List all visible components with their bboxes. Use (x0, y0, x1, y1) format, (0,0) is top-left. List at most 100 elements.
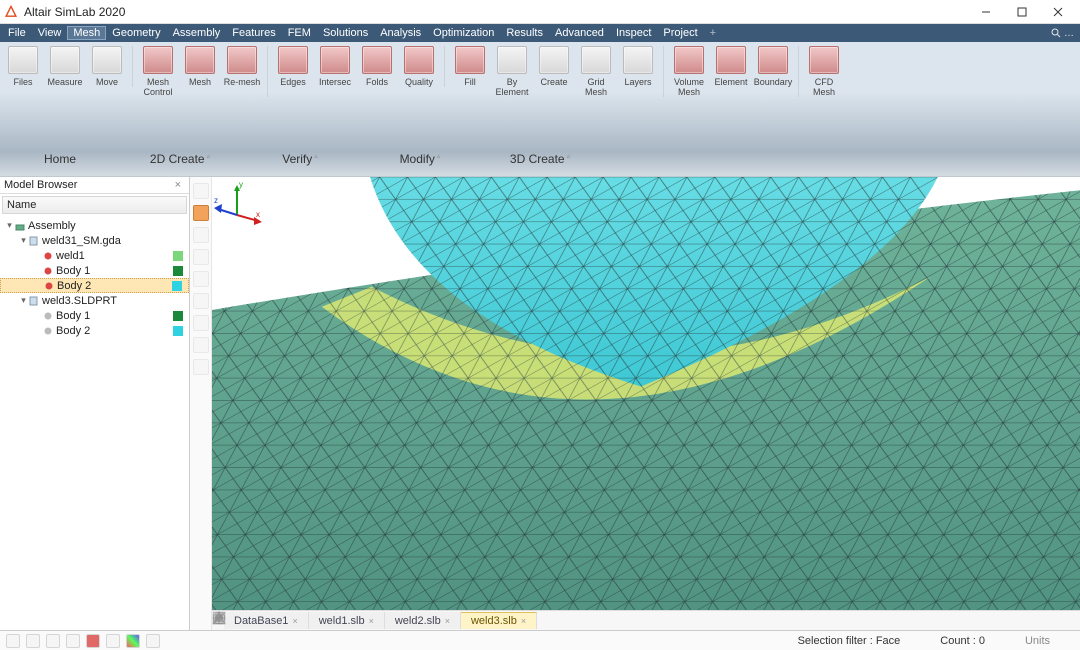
ribbon-element[interactable]: Element (712, 46, 750, 97)
ribbon-edges[interactable]: Edges (274, 46, 312, 87)
ribbon-move[interactable]: Move (88, 46, 126, 87)
ribbon-tab-2d-create[interactable]: 2D Create▵ (120, 144, 240, 174)
ribbon-icon (320, 46, 350, 74)
tree-node-body-2[interactable]: Body 2 (0, 323, 189, 338)
vtool-3[interactable] (193, 227, 209, 243)
menu-item-mesh[interactable]: Mesh (67, 26, 106, 40)
status-tool-icon[interactable] (6, 634, 20, 648)
svg-text:z: z (214, 196, 218, 205)
maximize-button[interactable] (1004, 0, 1040, 24)
ribbon-mesh[interactable]: Mesh (181, 46, 219, 97)
menu-item-fem[interactable]: FEM (282, 26, 317, 40)
menu-item-solutions[interactable]: Solutions (317, 26, 374, 40)
ribbon-quality[interactable]: Quality (400, 46, 438, 87)
status-toolbar (0, 634, 166, 648)
model-browser-close-icon[interactable]: × (171, 179, 185, 191)
vtool-4[interactable] (193, 249, 209, 265)
doc-tab-close-icon[interactable]: × (369, 616, 374, 626)
status-tool-icon[interactable] (46, 634, 60, 648)
vtool-6[interactable] (193, 293, 209, 309)
ribbon-mesh-control[interactable]: Mesh Control (139, 46, 177, 97)
tree-node-body-1[interactable]: Body 1 (0, 308, 189, 323)
ribbon-icon (362, 46, 392, 74)
menu-item-inspect[interactable]: Inspect (610, 26, 657, 40)
tree-node-weld1[interactable]: weld1 (0, 248, 189, 263)
ribbon-files[interactable]: Files (4, 46, 42, 87)
vtool-8[interactable] (193, 337, 209, 353)
status-tool-icon[interactable] (86, 634, 100, 648)
ribbon-layers[interactable]: Layers (619, 46, 657, 97)
expand-icon[interactable]: ▾ (18, 295, 29, 306)
tree-node-body-1[interactable]: Body 1 (0, 263, 189, 278)
window-title: Altair SimLab 2020 (24, 5, 968, 19)
tree-node-label: weld31_SM.gda (42, 235, 121, 247)
doc-tool-icon[interactable] (212, 611, 226, 625)
ribbon-tab-3d-create[interactable]: 3D Create▵ (480, 144, 600, 174)
tree-node-assembly[interactable]: ▾Assembly (0, 218, 189, 233)
menu-search[interactable]: … (1051, 28, 1074, 39)
ribbon-by-element[interactable]: By Element (493, 46, 531, 97)
menu-item-analysis[interactable]: Analysis (374, 26, 427, 40)
ribbon-label: Volume Mesh (670, 77, 708, 97)
menu-item-optimization[interactable]: Optimization (427, 26, 500, 40)
menu-item-project[interactable]: Project (657, 26, 703, 40)
close-button[interactable] (1040, 0, 1076, 24)
ribbon-tab-modify[interactable]: Modify▵ (360, 144, 480, 174)
menu-item-advanced[interactable]: Advanced (549, 26, 610, 40)
selection-count-label: Count : 0 (940, 635, 985, 647)
vtool-2[interactable] (193, 205, 209, 221)
vtool-1[interactable] (193, 183, 209, 199)
doc-tab-close-icon[interactable]: × (445, 616, 450, 626)
doc-tab-close-icon[interactable]: × (292, 616, 297, 626)
doc-tab-database1[interactable]: DataBase1× (224, 612, 309, 629)
ribbon-create[interactable]: Create (535, 46, 573, 97)
tree-node-label: weld1 (56, 250, 85, 262)
vtool-9[interactable] (193, 359, 209, 375)
ribbon-icon (50, 46, 80, 74)
minimize-button[interactable] (968, 0, 1004, 24)
ribbon-boundary[interactable]: Boundary (754, 46, 792, 97)
viewport-3d[interactable]: y x z DataBase1×weld1.slb×weld2.slb×weld… (212, 177, 1080, 630)
expand-icon[interactable]: ▾ (4, 220, 15, 231)
status-tool-icon[interactable] (106, 634, 120, 648)
doc-tab-weld3-slb[interactable]: weld3.slb× (461, 612, 537, 629)
ribbon-measure[interactable]: Measure (46, 46, 84, 87)
doc-tab-close-icon[interactable]: × (521, 616, 526, 626)
ribbon-folds[interactable]: Folds (358, 46, 396, 87)
menu-add-icon[interactable]: + (704, 26, 722, 40)
vtool-7[interactable] (193, 315, 209, 331)
menu-item-features[interactable]: Features (226, 26, 281, 40)
ribbon-cfd-mesh[interactable]: CFD Mesh (805, 46, 843, 97)
menu-item-file[interactable]: File (2, 26, 32, 40)
tree-column-header[interactable]: Name (2, 196, 187, 214)
status-tool-icon[interactable] (146, 634, 160, 648)
ribbon-tab-home[interactable]: Home (0, 144, 120, 174)
ribbon-re-mesh[interactable]: Re-mesh (223, 46, 261, 97)
expand-icon[interactable]: ▾ (18, 235, 29, 246)
ribbon-tab-verify[interactable]: Verify▵ (240, 144, 360, 174)
menu-item-geometry[interactable]: Geometry (106, 26, 166, 40)
ribbon-volume-mesh[interactable]: Volume Mesh (670, 46, 708, 97)
doc-tab-weld2-slb[interactable]: weld2.slb× (385, 612, 461, 629)
ribbon-grid-mesh[interactable]: Grid Mesh (577, 46, 615, 97)
svg-text:y: y (239, 180, 243, 189)
doc-tab-weld1-slb[interactable]: weld1.slb× (309, 612, 385, 629)
status-tool-icon[interactable] (66, 634, 80, 648)
menu-item-assembly[interactable]: Assembly (167, 26, 227, 40)
tree-node-weld31-sm-gda[interactable]: ▾ weld31_SM.gda (0, 233, 189, 248)
ribbon-intersec[interactable]: Intersec (316, 46, 354, 87)
status-tool-icon[interactable] (26, 634, 40, 648)
tree-node-body-2[interactable]: Body 2 (0, 278, 189, 293)
viewport-mini-toolbar (190, 177, 212, 630)
units-label[interactable]: Units (1025, 635, 1050, 647)
vtool-5[interactable] (193, 271, 209, 287)
ribbon-fill[interactable]: Fill (451, 46, 489, 97)
status-tool-icon[interactable] (126, 634, 140, 648)
ribbon-label: Measure (47, 77, 82, 87)
tree-node-weld3-sldprt[interactable]: ▾weld3.SLDPRT (0, 293, 189, 308)
body-red-icon (43, 266, 53, 276)
ribbon-label: Quality (405, 77, 433, 87)
menu-item-results[interactable]: Results (500, 26, 549, 40)
menu-item-view[interactable]: View (32, 26, 68, 40)
model-tree[interactable]: ▾Assembly▾weld31_SM.gdaweld1Body 1Body 2… (0, 216, 189, 630)
